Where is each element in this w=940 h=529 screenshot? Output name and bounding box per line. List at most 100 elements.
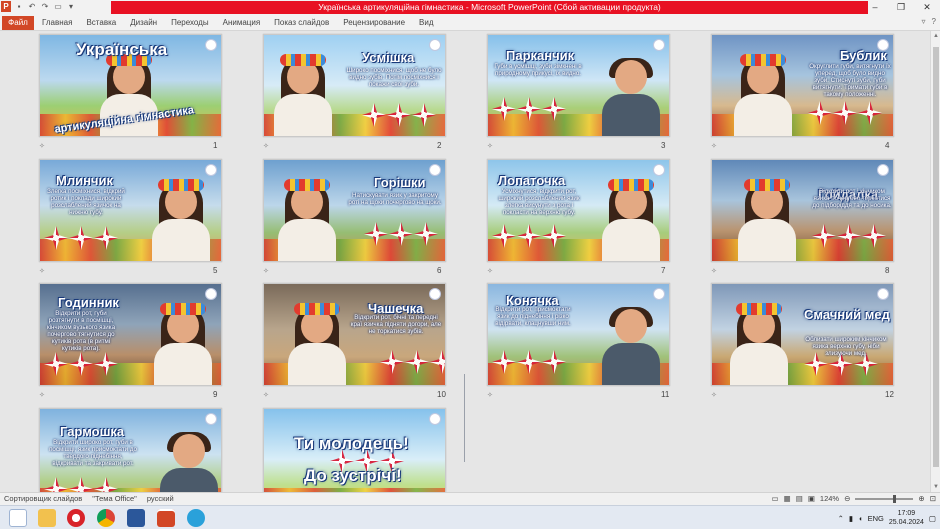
logo-icon — [429, 288, 441, 300]
scrollbar-thumb[interactable] — [933, 47, 939, 467]
logo-icon — [653, 288, 665, 300]
collapse-ribbon-icon[interactable]: ▿ — [922, 17, 926, 26]
slide-description: Натискувати язик у закритому роті на щок… — [348, 192, 442, 206]
network-icon[interactable]: ▮ — [849, 514, 853, 523]
word-icon[interactable] — [127, 509, 145, 527]
slide-thumbnail-9[interactable]: Годинник Відкрити рот, губи розтягнути в … — [39, 283, 222, 386]
transition-icon[interactable]: ✧ — [39, 267, 45, 275]
reading-view-icon[interactable]: ▤ — [796, 493, 803, 505]
vertical-scrollbar[interactable]: ▲ ▼ — [930, 31, 940, 492]
transition-icon[interactable]: ✧ — [39, 391, 45, 399]
slide-title: Годинник — [58, 295, 119, 310]
normal-view-icon[interactable]: ▭ — [772, 493, 779, 505]
file-tab[interactable]: Файл — [2, 16, 34, 30]
zoom-slider[interactable] — [855, 495, 914, 503]
close-button[interactable]: ✕ — [914, 0, 940, 15]
slide-description: Відкрити рот, бічні та передні краї язич… — [350, 314, 442, 335]
title-bar: P ▪ ↶ ↷ ▭ ▾ Українська артикуляційна гім… — [0, 0, 940, 15]
fit-to-window-icon[interactable]: ⊡ — [930, 493, 936, 505]
slide-thumbnail-11[interactable]: Конячка Відкрити рот, присмоктати язик до… — [487, 283, 670, 386]
opera-icon[interactable] — [67, 509, 85, 527]
slide-number: 8 — [885, 266, 890, 275]
slideshow-view-icon[interactable]: ▣ — [808, 493, 815, 505]
start-slideshow-icon[interactable]: ▭ — [53, 1, 63, 12]
slide-number: 3 — [661, 141, 666, 150]
logo-icon — [205, 288, 217, 300]
tab-slideshow[interactable]: Показ слайдов — [274, 15, 329, 31]
notifications-icon[interactable]: ▢ — [929, 514, 936, 523]
start-button-icon[interactable] — [9, 509, 27, 527]
slide-thumbnail-8[interactable]: Гойдалка Відкрити рот і кінчиком язика по… — [711, 159, 894, 262]
logo-icon — [653, 39, 665, 51]
transition-icon[interactable]: ✧ — [263, 391, 269, 399]
volume-icon[interactable]: ◖ — [858, 514, 863, 523]
zoom-in-button[interactable]: ⊕ — [918, 493, 924, 505]
logo-icon — [877, 164, 889, 176]
powerpoint-logo-icon: P — [1, 1, 11, 12]
transition-icon[interactable]: ✧ — [487, 391, 493, 399]
sorter-view-icon[interactable]: ▦ — [784, 493, 791, 505]
slide-thumbnail-10[interactable]: Чашечка Відкрити рот, бічні та передні кр… — [263, 283, 446, 386]
input-language[interactable]: ENG — [868, 514, 884, 523]
slide-thumbnail-12[interactable]: Смачний мед Облизати широким кінчиком язи… — [711, 283, 894, 386]
character-illustration — [732, 52, 794, 136]
transition-icon[interactable]: ✧ — [487, 142, 493, 150]
help-icon[interactable]: ? — [932, 17, 936, 26]
ribbon-tabs: Файл Главная Вставка Дизайн Переходы Ани… — [0, 15, 940, 31]
tab-view[interactable]: Вид — [419, 15, 433, 31]
powerpoint-taskbar-icon[interactable] — [157, 509, 175, 527]
logo-icon — [205, 413, 217, 425]
slide-thumbnail-2[interactable]: Усмішка Широко посміхнися, щоб не було ви… — [263, 34, 446, 137]
tab-animations[interactable]: Анимация — [223, 15, 261, 31]
slide-description: Облизати широким кінчиком язика верхню г… — [805, 336, 887, 357]
telegram-icon[interactable] — [187, 509, 205, 527]
slide-thumbnail-5[interactable]: Млинчик Злегка посміхнися, відкрий ротик … — [39, 159, 222, 262]
clock[interactable]: 17:09 25.04.2024 — [889, 509, 924, 527]
transition-icon[interactable]: ✧ — [263, 142, 269, 150]
chrome-icon[interactable] — [97, 509, 115, 527]
slide-number: 5 — [213, 266, 218, 275]
transition-icon[interactable]: ✧ — [39, 142, 45, 150]
file-explorer-icon[interactable] — [38, 509, 56, 527]
language-label[interactable]: русский — [147, 493, 174, 505]
transition-icon[interactable]: ✧ — [711, 142, 717, 150]
slide-thumbnail-1[interactable]: Українська артикуляційна гімнастика — [39, 34, 222, 137]
scroll-up-icon[interactable]: ▲ — [931, 31, 940, 41]
tab-transitions[interactable]: Переходы — [171, 15, 209, 31]
slide-thumbnail-3[interactable]: Парканчик Губи в усмішці, зуби зімкнені в… — [487, 34, 670, 137]
minimize-button[interactable]: – — [862, 0, 888, 15]
slide-thumbnail-14[interactable]: Ти молодець! До зустрічі! — [263, 408, 446, 492]
quick-access-toolbar: P ▪ ↶ ↷ ▭ ▾ — [1, 1, 76, 12]
tab-review[interactable]: Рецензирование — [343, 15, 405, 31]
scroll-down-icon[interactable]: ▼ — [931, 482, 940, 492]
slide-number: 7 — [661, 266, 666, 275]
embroidery-ornament — [812, 224, 886, 248]
slide-thumbnail-6[interactable]: Горішки Натискувати язик у закритому роті… — [263, 159, 446, 262]
zoom-out-button[interactable]: ⊖ — [844, 493, 850, 505]
redo-icon[interactable]: ↷ — [40, 1, 50, 12]
slide-title: Горішки — [374, 175, 426, 190]
customize-toolbar-icon[interactable]: ▾ — [66, 1, 76, 12]
maximize-button[interactable]: ❐ — [888, 0, 914, 15]
tab-home[interactable]: Главная — [42, 15, 72, 31]
embroidery-ornament — [492, 224, 566, 248]
transition-icon[interactable]: ✧ — [711, 391, 717, 399]
slide-sorter-area[interactable]: Українська артикуляційна гімнастика 1 ✧ Усмі… — [0, 31, 930, 492]
save-icon[interactable]: ▪ — [14, 1, 24, 12]
zoom-level[interactable]: 124% — [820, 493, 839, 505]
slide-thumbnail-4[interactable]: Бублик Округлити губи, витягнути їх упере… — [711, 34, 894, 137]
transition-icon[interactable]: ✧ — [711, 267, 717, 275]
transition-icon[interactable]: ✧ — [263, 267, 269, 275]
transition-icon[interactable]: ✧ — [487, 267, 493, 275]
undo-icon[interactable]: ↶ — [27, 1, 37, 12]
slide-thumbnail-13[interactable]: Гармошка Відкрити широко рот, губи в посм… — [39, 408, 222, 492]
character-illustration — [158, 426, 220, 492]
tab-insert[interactable]: Вставка — [86, 15, 116, 31]
theme-label: "Тема Office" — [92, 494, 137, 503]
tab-design[interactable]: Дизайн — [130, 15, 157, 31]
tray-chevron-icon[interactable]: ⌃ — [838, 514, 844, 523]
slide-number: 6 — [437, 266, 442, 275]
slide-thumbnail-7[interactable]: Лопаточка Усміхнутися, відкрити рот, широ… — [487, 159, 670, 262]
embroidery-ornament — [44, 226, 118, 250]
slide-description: Відкрити широко рот, губи в посмішці, яз… — [49, 439, 137, 467]
